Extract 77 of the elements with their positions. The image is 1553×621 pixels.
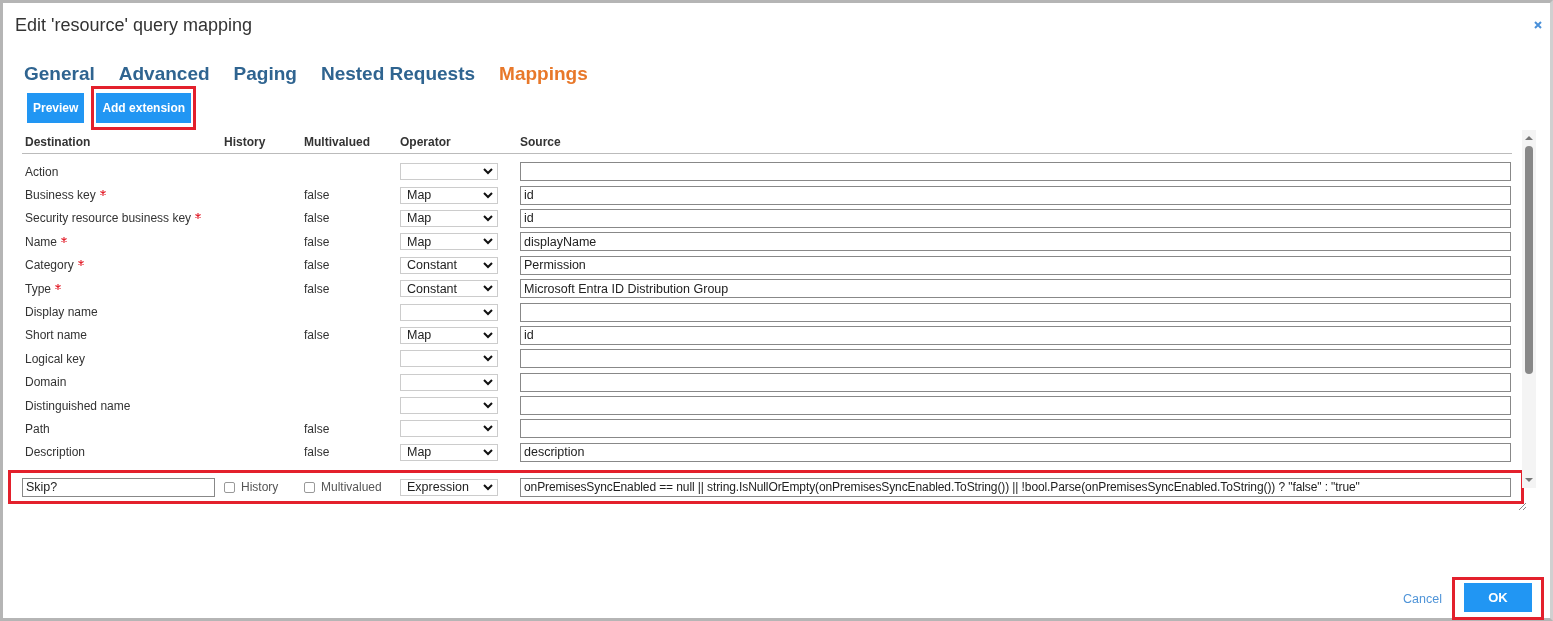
source-field[interactable]: Permission bbox=[520, 255, 1511, 275]
operator-dropdown[interactable]: Expression bbox=[400, 478, 498, 496]
resize-grip-icon[interactable] bbox=[1518, 502, 1527, 511]
destination-label: Domain bbox=[25, 375, 67, 390]
tab[interactable]: Nested Requests bbox=[320, 62, 476, 85]
destination-label: Logical key bbox=[25, 351, 86, 366]
chevron-down-icon bbox=[483, 378, 493, 386]
source-field[interactable] bbox=[520, 396, 1511, 416]
tab[interactable]: Paging bbox=[233, 62, 297, 85]
scroll-down-icon[interactable] bbox=[1524, 476, 1534, 484]
window-title: Edit 'resource' query mapping bbox=[15, 14, 252, 36]
chevron-down-icon bbox=[483, 483, 493, 491]
destination-label: Name bbox=[25, 234, 57, 249]
destination-label: Business key bbox=[25, 188, 96, 203]
source-field[interactable]: description bbox=[520, 442, 1511, 462]
destination-label: Display name bbox=[25, 305, 98, 320]
scroll-up-icon[interactable] bbox=[1524, 134, 1534, 142]
column-header: Operator bbox=[400, 134, 452, 149]
source-field[interactable] bbox=[520, 372, 1511, 392]
destination-label: Security resource business key bbox=[25, 211, 192, 226]
destination-label: Action bbox=[25, 164, 59, 179]
chevron-down-icon bbox=[483, 355, 493, 363]
operator-dropdown[interactable]: Map bbox=[400, 209, 498, 227]
tab[interactable]: Advanced bbox=[118, 62, 210, 85]
chevron-down-icon bbox=[483, 448, 493, 456]
tab[interactable]: General bbox=[24, 62, 95, 85]
operator-dropdown[interactable]: Constant bbox=[400, 280, 498, 298]
column-header: Multivalued bbox=[304, 134, 371, 149]
scrollbar[interactable] bbox=[1522, 130, 1536, 488]
operator-dropdown[interactable]: Map bbox=[400, 186, 498, 204]
multivalued-value: false bbox=[304, 234, 330, 249]
source-field[interactable]: onPremisesSyncEnabled == null || string.IsNullOrEmpty(onPremisesSyncEnabled.ToString()) || !bool.Parse(onPremisesSyncEnabled.ToString()) ? "false" : "true" bbox=[520, 477, 1511, 497]
chevron-down-icon bbox=[483, 191, 493, 199]
column-header: Source bbox=[520, 134, 561, 149]
operator-dropdown[interactable]: Map bbox=[400, 326, 498, 344]
source-field[interactable]: displayName bbox=[520, 232, 1511, 252]
destination-label: Category bbox=[25, 258, 74, 273]
column-header: History bbox=[224, 134, 267, 149]
destination-label: Path bbox=[25, 422, 50, 436]
destination-label: Distinguished name bbox=[25, 398, 131, 413]
chevron-down-icon bbox=[483, 261, 493, 269]
operator-dropdown[interactable]: Map bbox=[400, 443, 498, 461]
checkbox-label: History bbox=[241, 480, 279, 494]
source-field[interactable] bbox=[520, 349, 1511, 369]
chevron-down-icon bbox=[483, 425, 493, 433]
source-field[interactable] bbox=[520, 302, 1511, 322]
multivalued-value: false bbox=[304, 188, 330, 203]
chevron-down-icon bbox=[483, 168, 493, 176]
close-icon[interactable] bbox=[1534, 21, 1542, 29]
source-field[interactable]: Microsoft Entra ID Distribution Group bbox=[520, 279, 1511, 299]
source-field[interactable]: id bbox=[520, 208, 1511, 228]
source-field[interactable]: id bbox=[520, 325, 1511, 345]
multivalued-value: false bbox=[304, 445, 330, 460]
source-field[interactable] bbox=[520, 419, 1511, 439]
destination-label: Short name bbox=[25, 328, 88, 343]
chevron-down-icon bbox=[483, 238, 493, 246]
chevron-down-icon bbox=[483, 331, 493, 339]
multivalued-value: false bbox=[304, 211, 330, 226]
multivalued-value: false bbox=[304, 422, 330, 436]
multivalued-value: false bbox=[304, 258, 330, 273]
destination-field[interactable]: Skip? bbox=[22, 477, 215, 497]
checkbox[interactable] bbox=[304, 481, 315, 493]
column-header: Destination bbox=[24, 134, 92, 149]
destination-label: Type bbox=[25, 281, 51, 296]
multivalued-value: false bbox=[304, 281, 330, 296]
destination-label: Description bbox=[25, 445, 86, 460]
chevron-down-icon bbox=[483, 402, 493, 410]
chevron-down-icon bbox=[483, 308, 493, 316]
operator-dropdown[interactable]: Map bbox=[400, 233, 498, 251]
multivalued-value: false bbox=[304, 328, 330, 343]
chevron-down-icon bbox=[483, 214, 493, 222]
checkbox-label: Multivalued bbox=[321, 480, 382, 494]
checkbox[interactable] bbox=[224, 481, 235, 493]
source-field[interactable] bbox=[520, 162, 1511, 182]
chevron-down-icon bbox=[483, 285, 493, 293]
source-field[interactable]: id bbox=[520, 185, 1511, 205]
operator-dropdown[interactable]: Constant bbox=[400, 256, 498, 274]
